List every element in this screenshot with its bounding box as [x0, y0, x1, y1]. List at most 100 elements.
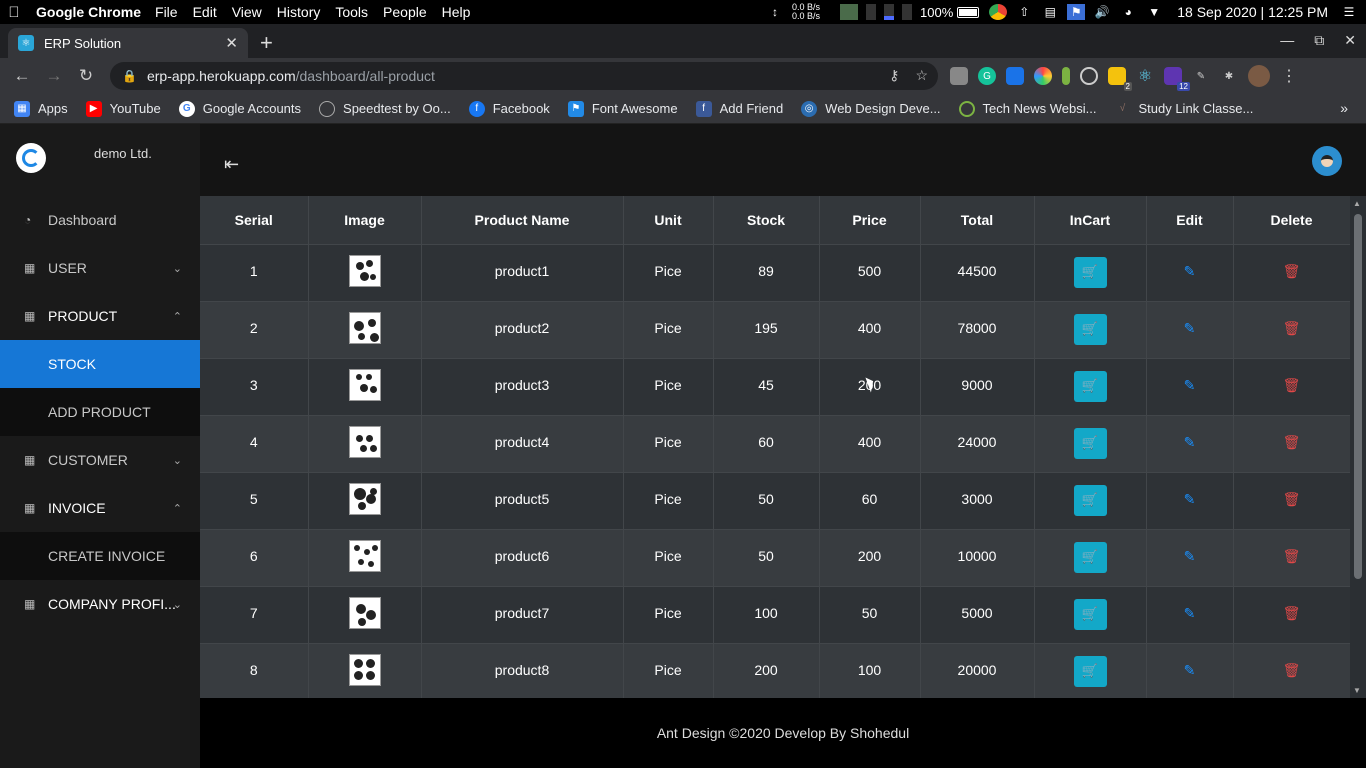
back-icon[interactable]: ←	[6, 66, 38, 86]
product-thumbnail[interactable]	[348, 653, 381, 686]
datetime[interactable]: 18 Sep 2020 | 12:25 PM	[1177, 4, 1328, 20]
sidebar-item-company-profile[interactable]: ▦ COMPANY PROFI... ⌄	[0, 580, 200, 628]
upload-icon[interactable]: ⇧	[1015, 4, 1033, 20]
delete-icon[interactable]: 🗑	[1283, 434, 1301, 450]
sidebar-item-dashboard[interactable]: ◔ Dashboard	[0, 196, 200, 244]
menu-history[interactable]: History	[277, 4, 321, 20]
bookmark-tech-news[interactable]: Tech News Websi...	[958, 100, 1096, 117]
column-header-stock[interactable]: Stock	[713, 196, 820, 245]
company-logo[interactable]	[16, 143, 46, 173]
edit-icon[interactable]: ✎	[1184, 605, 1196, 621]
notification-center-icon[interactable]: ☰	[1340, 4, 1358, 20]
delete-icon[interactable]: 🗑	[1283, 263, 1301, 279]
target-icon[interactable]	[1080, 67, 1098, 85]
menu-edit[interactable]: Edit	[193, 4, 217, 20]
extension-purple-icon[interactable]: 12	[1164, 67, 1190, 91]
column-header-edit[interactable]: Edit	[1146, 196, 1234, 245]
forward-icon[interactable]: →	[38, 66, 70, 86]
browser-tab[interactable]: ⚛ ERP Solution ✕	[8, 28, 248, 58]
product-thumbnail[interactable]	[348, 368, 381, 401]
edit-icon[interactable]: ✎	[1184, 491, 1196, 507]
clipboard-icon[interactable]: ▤	[1041, 4, 1059, 20]
color-picker-icon[interactable]	[1034, 67, 1052, 85]
delete-icon[interactable]: 🗑	[1283, 491, 1301, 507]
scroll-thumb[interactable]	[1354, 214, 1362, 579]
product-thumbnail[interactable]	[348, 596, 381, 629]
product-thumbnail[interactable]	[348, 425, 381, 458]
extension-gray-icon[interactable]	[950, 67, 968, 85]
edit-icon[interactable]: ✎	[1184, 662, 1196, 678]
menu-help[interactable]: Help	[442, 4, 471, 20]
edit-icon[interactable]: ✎	[1184, 548, 1196, 564]
eyedropper-icon[interactable]: ✎	[1192, 67, 1210, 85]
column-header-serial[interactable]: Serial	[200, 196, 309, 245]
flag-tray-icon[interactable]: ⚑	[1067, 4, 1086, 20]
add-to-cart-button[interactable]: 🛒	[1073, 484, 1107, 516]
chrome-menu-icon[interactable]: ⋮	[1280, 67, 1298, 85]
extension-blue-icon[interactable]	[1006, 67, 1024, 85]
add-to-cart-button[interactable]: 🛒	[1073, 370, 1107, 402]
edit-icon[interactable]: ✎	[1184, 434, 1196, 450]
lock-icon[interactable]: 🔒	[122, 69, 137, 83]
edit-icon[interactable]: ✎	[1184, 320, 1196, 336]
delete-icon[interactable]: 🗑	[1283, 605, 1301, 621]
product-thumbnail[interactable]	[348, 482, 381, 515]
reload-icon[interactable]: ↻	[70, 66, 102, 86]
menu-fold-icon[interactable]: ⇤	[224, 154, 239, 175]
edit-icon[interactable]: ✎	[1184, 377, 1196, 393]
extensions-puzzle-icon[interactable]: ✱	[1220, 67, 1238, 85]
minimize-icon[interactable]: —	[1280, 32, 1294, 49]
menu-view[interactable]: View	[232, 4, 262, 20]
restore-icon[interactable]: ⧉	[1314, 32, 1324, 49]
menu-file[interactable]: File	[155, 4, 178, 20]
scroll-up-icon[interactable]: ▲	[1353, 199, 1361, 208]
add-to-cart-button[interactable]: 🛒	[1073, 313, 1107, 345]
tab-close-icon[interactable]: ✕	[225, 34, 238, 52]
scroll-down-icon[interactable]: ▼	[1353, 686, 1361, 695]
extension-yellow-icon[interactable]: 2	[1108, 67, 1132, 91]
product-thumbnail[interactable]	[348, 254, 381, 287]
bookmark-google-accounts[interactable]: G Google Accounts	[178, 100, 301, 117]
chrome-profile-avatar[interactable]	[1248, 65, 1270, 87]
add-to-cart-button[interactable]: 🛒	[1073, 655, 1107, 687]
new-tab-icon[interactable]: +	[260, 30, 273, 56]
column-header-delete[interactable]: Delete	[1233, 196, 1351, 245]
table-scrollbar[interactable]: ▲ ▼	[1350, 196, 1366, 698]
menu-people[interactable]: People	[383, 4, 427, 20]
sidebar-item-user[interactable]: ▦ USER ⌄	[0, 244, 200, 292]
active-app-name[interactable]: Google Chrome	[36, 4, 141, 20]
apple-icon[interactable]: 	[0, 4, 28, 21]
address-bar[interactable]: 🔒 erp-app.herokuapp.com/dashboard/all-pr…	[110, 62, 938, 90]
add-to-cart-button[interactable]: 🛒	[1073, 541, 1107, 573]
sidebar-item-stock[interactable]: STOCK	[0, 340, 200, 388]
bookmark-facebook[interactable]: f Facebook	[468, 100, 550, 117]
column-header-total[interactable]: Total	[920, 196, 1035, 245]
bookmarks-overflow-icon[interactable]: »	[1340, 100, 1348, 116]
user-avatar[interactable]	[1312, 146, 1342, 176]
edit-icon[interactable]: ✎	[1184, 263, 1196, 279]
bookmark-apps[interactable]: ▦ Apps	[14, 100, 68, 117]
memory-graph-icon[interactable]	[884, 4, 894, 20]
delete-icon[interactable]: 🗑	[1283, 377, 1301, 393]
column-header-incart[interactable]: InCart	[1034, 196, 1147, 245]
sidebar-item-product[interactable]: ▦ PRODUCT ⌃	[0, 292, 200, 340]
product-thumbnail[interactable]	[348, 539, 381, 572]
delete-icon[interactable]: 🗑	[1283, 548, 1301, 564]
extension-green-icon[interactable]	[1062, 67, 1070, 85]
volume-icon[interactable]: 🔊	[1093, 4, 1111, 20]
add-to-cart-button[interactable]: 🛒	[1073, 427, 1107, 459]
window-close-icon[interactable]: ✕	[1344, 32, 1356, 49]
input-menu-icon[interactable]: ▼	[1145, 4, 1163, 20]
disk-graph-icon[interactable]	[902, 4, 912, 20]
bookmark-star-icon[interactable]: ☆	[915, 67, 928, 84]
add-to-cart-button[interactable]: 🛒	[1073, 256, 1107, 288]
product-thumbnail[interactable]	[348, 311, 381, 344]
add-to-cart-button[interactable]: 🛒	[1073, 598, 1107, 630]
grammarly-icon[interactable]: G	[978, 67, 996, 85]
sidebar-item-create-invoice[interactable]: CREATE INVOICE	[0, 532, 200, 580]
battery-icon[interactable]	[957, 6, 980, 18]
column-header-unit[interactable]: Unit	[623, 196, 714, 245]
cpu-graph-icon[interactable]	[866, 4, 876, 20]
react-devtools-icon[interactable]: ⚛	[1136, 67, 1154, 85]
bookmark-font-awesome[interactable]: ⚑ Font Awesome	[567, 100, 678, 117]
